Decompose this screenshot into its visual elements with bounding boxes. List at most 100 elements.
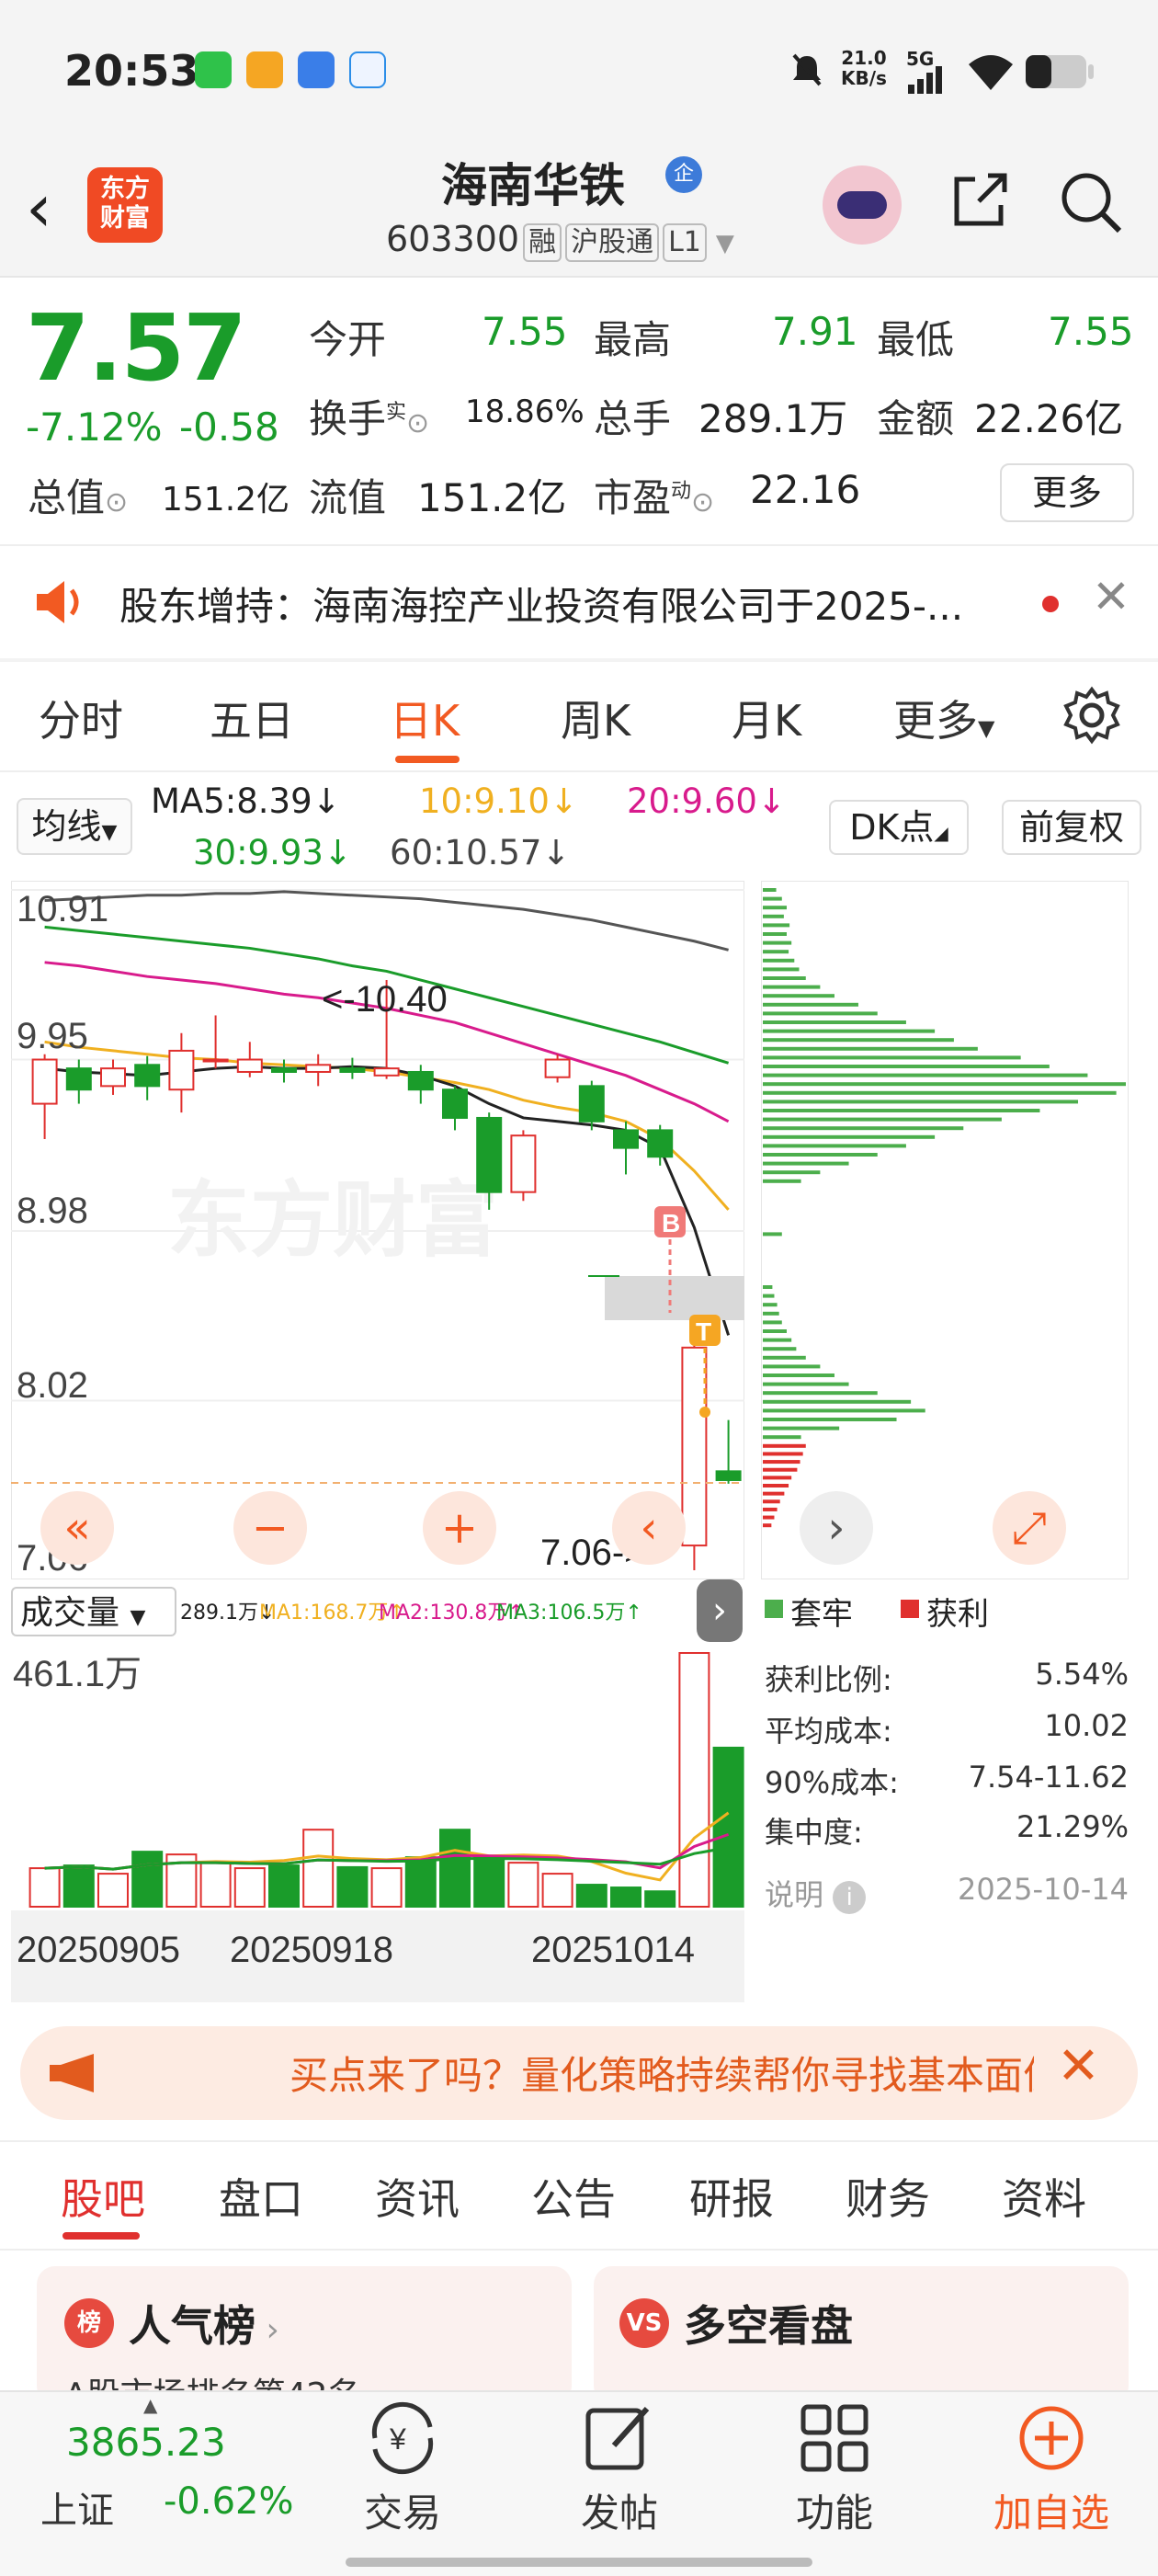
index-value[interactable]: 3865.23 [66, 2420, 226, 2465]
chip-hold-bar [763, 994, 834, 998]
next-chip-button[interactable]: › [800, 1491, 873, 1565]
candle-body [271, 1067, 297, 1073]
indicator-select[interactable]: 均线▼ [17, 798, 132, 855]
chip-hold-bar [763, 1285, 773, 1289]
close-icon[interactable]: ✕ [1092, 570, 1130, 623]
notice-text[interactable]: 股东增持：海南海控产业投资有限公司于2025-... [119, 576, 963, 632]
dk-point-button[interactable]: DK点◢ [829, 800, 969, 855]
hold-legend-label: 套牢 [790, 1596, 853, 1633]
candle-body [613, 1129, 639, 1149]
tab-weekly-k[interactable]: 周K [561, 688, 630, 748]
chip-profit-bar [763, 1484, 789, 1487]
back-icon[interactable]: ‹ [26, 175, 52, 241]
date-label: 20251014 [531, 1930, 695, 1970]
expand-up-icon[interactable]: ▲ [143, 2394, 157, 2416]
enterprise-badge: 企 [665, 156, 702, 193]
banner-close-icon[interactable]: ✕ [1057, 2036, 1100, 2096]
features-icon[interactable] [796, 2399, 873, 2477]
avg-cost-label: 平均成本: [765, 1714, 892, 1749]
volume-bar [233, 1867, 266, 1908]
chip-hold-bar [763, 1011, 878, 1016]
zoom-out-button[interactable]: − [233, 1491, 307, 1565]
tab-intraday[interactable]: 分时 [39, 688, 123, 748]
sub-indicator-select[interactable]: 成交量 ▼ [11, 1587, 176, 1636]
volume-bar [62, 1864, 95, 1908]
chip-profit-bar [763, 1491, 785, 1496]
nav-features[interactable]: 功能 [770, 2482, 899, 2538]
adjust-mode-button[interactable]: 前复权 [1002, 800, 1141, 855]
zoom-in-button[interactable]: + [423, 1491, 496, 1565]
candle-body [510, 1134, 537, 1193]
trade-icon[interactable]: ¥ [364, 2399, 441, 2477]
dropdown-triangle-icon[interactable]: ▼ [716, 230, 734, 257]
candle-body [339, 1067, 366, 1073]
expand-icon[interactable]: ⤢ [993, 1491, 1066, 1565]
stock-code: 603300 [386, 219, 520, 259]
tab-more[interactable]: 更多▼ [893, 688, 994, 748]
add-watchlist-icon[interactable] [1013, 2399, 1090, 2477]
tab-profile[interactable]: 资料 [1002, 2166, 1086, 2227]
volume-bar [507, 1862, 539, 1908]
volume-bar [712, 1746, 744, 1908]
pe-label: 市盈动⊙ [594, 475, 715, 520]
tab-financials[interactable]: 财务 [846, 2166, 930, 2227]
home-indicator [346, 2558, 812, 2567]
cost-band-highlight [605, 1276, 744, 1320]
scroll-left-button[interactable]: « [40, 1491, 114, 1565]
chip-hold-bar [763, 1029, 936, 1033]
tab-market-depth[interactable]: 盘口 [219, 2166, 303, 2227]
chip-profit-bar [763, 1460, 800, 1465]
amount-label: 金额 [877, 396, 955, 441]
index-change[interactable]: -0.62% [164, 2480, 294, 2523]
change-percent: -7.12% [26, 405, 163, 450]
post-icon[interactable] [581, 2399, 658, 2477]
candle-body [100, 1067, 126, 1088]
chip-profit-bar [763, 1476, 792, 1480]
chip-hold-bar [763, 1382, 849, 1386]
date-label: 20250918 [230, 1930, 393, 1970]
tab-forum[interactable]: 股吧 [61, 2166, 145, 2227]
chip-profit-bar [763, 1467, 798, 1472]
open-value: 7.55 [482, 309, 568, 354]
chip-hold-bar [763, 1311, 779, 1316]
low-value: 7.55 [1048, 309, 1134, 354]
long-short-card[interactable] [594, 2266, 1129, 2404]
ranking-icon: 榜 [64, 2298, 114, 2348]
volume-bar [199, 1862, 232, 1908]
chip-hold-bar [763, 1179, 801, 1183]
megaphone-icon [50, 2054, 94, 2092]
chip-profit-bar [763, 1499, 780, 1504]
y-tick-label: 10.91 [17, 889, 108, 929]
ai-assistant-icon[interactable] [823, 165, 902, 245]
chip-hold-bar [763, 1055, 1021, 1060]
nav-post[interactable]: 发帖 [555, 2482, 684, 2538]
nav-trade[interactable]: 交易 [338, 2482, 467, 2538]
chip-note-link[interactable]: 说明 i [765, 1872, 867, 1914]
tab-daily-k[interactable]: 日K [390, 688, 460, 748]
tab-news[interactable]: 资讯 [375, 2166, 460, 2227]
more-button[interactable]: 更多 [1000, 463, 1134, 522]
tab-research[interactable]: 研报 [689, 2166, 774, 2227]
tab-five-day[interactable]: 五日 [210, 688, 294, 748]
nav-add-watchlist[interactable]: 加自选 [987, 2482, 1116, 2538]
index-name[interactable]: 上证 [40, 2480, 114, 2534]
kline-chart[interactable]: 东方财富 10.91 9.95 8.98 8.02 7.06 <-10.40 7… [11, 881, 744, 1579]
search-icon[interactable] [1059, 170, 1123, 234]
long-short-title: 多空看盘 [684, 2301, 853, 2351]
gear-icon[interactable] [1062, 686, 1121, 745]
pe-value: 22.16 [750, 467, 861, 512]
divider [0, 658, 1158, 662]
cost-90-label: 90%成本: [765, 1765, 899, 1800]
scroll-right-button[interactable]: ‹ [612, 1491, 686, 1565]
tab-monthly-k[interactable]: 月K [732, 688, 801, 748]
expand-panel-button[interactable]: › [697, 1579, 743, 1642]
chip-profit-bar [763, 1507, 778, 1511]
svg-text:¥: ¥ [389, 2422, 406, 2456]
chip-distribution-chart [761, 881, 1129, 1579]
share-icon[interactable] [951, 170, 1010, 229]
tab-announcements[interactable]: 公告 [531, 2166, 616, 2227]
market-cap-label: 总值⊙ [28, 475, 129, 520]
y-tick-label: 9.95 [17, 1016, 88, 1056]
volume-max-label: 461.1万 [13, 1654, 142, 1694]
candle-body [715, 1470, 742, 1481]
